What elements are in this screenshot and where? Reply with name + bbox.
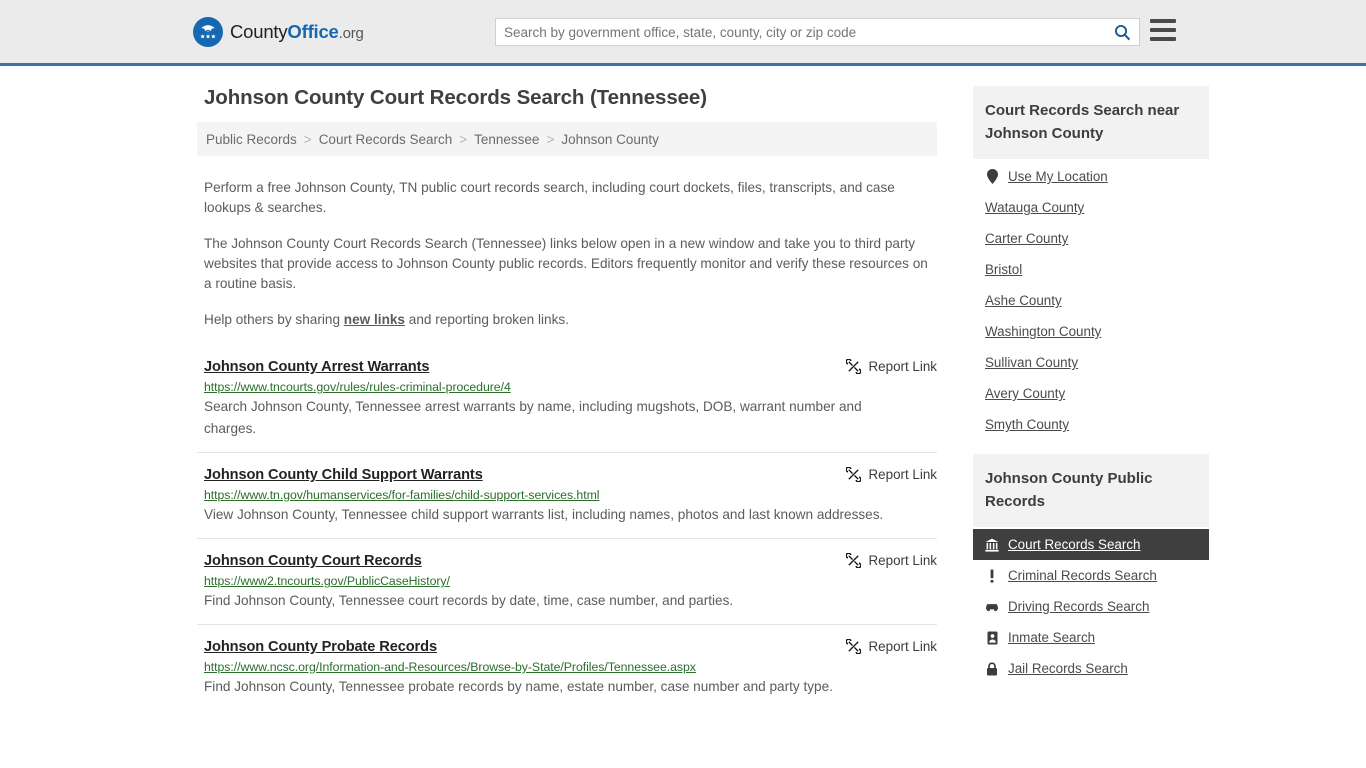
- sidebar-item-carter-county[interactable]: Carter County: [973, 223, 1209, 254]
- sidebar-item-inmate-search[interactable]: Inmate Search: [973, 622, 1209, 653]
- result-entry: Johnson County Arrest Warrants Report Li…: [197, 350, 937, 452]
- sidebar-item-court-records-search[interactable]: Court Records Search: [973, 529, 1209, 560]
- sidebar-item-label: Use My Location: [1008, 169, 1108, 184]
- report-link-label: Report Link: [868, 553, 937, 568]
- breadcrumb-item-public-records[interactable]: Public Records: [206, 132, 297, 147]
- breadcrumb-separator: >: [303, 131, 312, 147]
- nearby-searches-card: Court Records Search near Johnson County…: [973, 86, 1209, 440]
- main-content: Johnson County Court Records Search (Ten…: [197, 86, 937, 710]
- sidebar-item-criminal-records-search[interactable]: Criminal Records Search: [973, 560, 1209, 591]
- site-logo[interactable]: CountyOffice.org: [193, 16, 364, 47]
- report-link-button[interactable]: Report Link: [845, 639, 937, 654]
- exclamation-icon: [985, 569, 999, 583]
- report-link-label: Report Link: [868, 359, 937, 374]
- report-link-button[interactable]: Report Link: [845, 467, 937, 482]
- result-title-link[interactable]: Johnson County Court Records: [204, 553, 422, 569]
- hamburger-menu-icon[interactable]: [1150, 19, 1176, 41]
- sidebar-item-sullivan-county[interactable]: Sullivan County: [973, 347, 1209, 378]
- logo-text-org: .org: [338, 24, 364, 42]
- broken-link-icon: [845, 639, 861, 654]
- site-header: CountyOffice.org: [0, 0, 1366, 66]
- nearby-card-heading: Court Records Search near Johnson County: [973, 86, 1209, 159]
- id-badge-icon: [985, 631, 999, 645]
- result-entry: Johnson County Probate Records Report Li…: [197, 624, 937, 710]
- breadcrumb-item-court-records-search[interactable]: Court Records Search: [319, 132, 453, 147]
- public-records-list: Court Records Search Criminal Records Se…: [973, 527, 1209, 684]
- sidebar-item-driving-records-search[interactable]: Driving Records Search: [973, 591, 1209, 622]
- report-link-label: Report Link: [868, 467, 937, 482]
- eagle-seal-icon: [193, 16, 223, 47]
- new-links-link[interactable]: new links: [344, 312, 405, 327]
- sidebar-item-label: Washington County: [985, 324, 1102, 339]
- public-records-card: Johnson County Public Records Court Reco…: [973, 454, 1209, 684]
- map-pin-icon: [985, 169, 999, 184]
- nearby-list: Use My Location Watauga County Carter Co…: [973, 159, 1209, 440]
- broken-link-icon: [845, 467, 861, 482]
- sidebar-item-label: Carter County: [985, 231, 1069, 246]
- result-url[interactable]: https://www.ncsc.org/Information-and-Res…: [204, 660, 937, 674]
- breadcrumb-separator: >: [546, 131, 555, 147]
- lock-icon: [985, 661, 999, 676]
- sidebar-item-jail-records-search[interactable]: Jail Records Search: [973, 653, 1209, 684]
- result-url[interactable]: https://www.tncourts.gov/rules/rules-cri…: [204, 380, 937, 394]
- sidebar-item-washington-county[interactable]: Washington County: [973, 316, 1209, 347]
- sidebar-item-label: Driving Records Search: [1008, 599, 1150, 614]
- report-link-button[interactable]: Report Link: [845, 359, 937, 374]
- search-button[interactable]: [1105, 19, 1139, 45]
- broken-link-icon: [845, 553, 861, 568]
- result-url[interactable]: https://www.tn.gov/humanservices/for-fam…: [204, 488, 937, 502]
- result-title-link[interactable]: Johnson County Probate Records: [204, 639, 437, 655]
- report-link-label: Report Link: [868, 639, 937, 654]
- sidebar-item-avery-county[interactable]: Avery County: [973, 378, 1209, 409]
- logo-text-county: County: [230, 20, 288, 42]
- sidebar-item-label: Watauga County: [985, 200, 1085, 215]
- search-input[interactable]: [496, 19, 1105, 45]
- intro-paragraph-3: Help others by sharing new links and rep…: [204, 310, 937, 330]
- intro-paragraph-1: Perform a free Johnson County, TN public…: [204, 180, 895, 215]
- sidebar-item-smyth-county[interactable]: Smyth County: [973, 409, 1209, 440]
- search-bar: [495, 18, 1140, 46]
- result-entry: Johnson County Child Support Warrants Re…: [197, 452, 937, 538]
- sidebar-item-label: Smyth County: [985, 417, 1070, 432]
- result-url[interactable]: https://www2.tncourts.gov/PublicCaseHist…: [204, 574, 937, 588]
- breadcrumb-separator: >: [459, 131, 468, 147]
- sidebar-item-watauga-county[interactable]: Watauga County: [973, 192, 1209, 223]
- sidebar-item-label: Bristol: [985, 262, 1023, 277]
- logo-text: CountyOffice.org: [230, 21, 364, 43]
- results-list: Johnson County Arrest Warrants Report Li…: [197, 350, 937, 710]
- result-description: Find Johnson County, Tennessee probate r…: [204, 679, 833, 694]
- sidebar-item-bristol[interactable]: Bristol: [973, 254, 1209, 285]
- sidebar-item-label: Ashe County: [985, 293, 1062, 308]
- car-icon: [985, 601, 999, 612]
- sidebar: Court Records Search near Johnson County…: [973, 86, 1209, 698]
- sidebar-item-label: Avery County: [985, 386, 1066, 401]
- intro-text: Perform a free Johnson County, TN public…: [197, 178, 937, 330]
- page-title: Johnson County Court Records Search (Ten…: [204, 86, 707, 109]
- sidebar-item-ashe-county[interactable]: Ashe County: [973, 285, 1209, 316]
- result-title-link[interactable]: Johnson County Arrest Warrants: [204, 359, 429, 375]
- sidebar-item-label: Jail Records Search: [1008, 661, 1128, 676]
- intro-p3-after: and reporting broken links.: [405, 312, 569, 327]
- sidebar-item-label: Inmate Search: [1008, 630, 1096, 645]
- sidebar-item-label: Court Records Search: [1008, 537, 1141, 552]
- broken-link-icon: [845, 359, 861, 374]
- breadcrumb-item-tennessee[interactable]: Tennessee: [474, 132, 539, 147]
- breadcrumb-item-johnson-county[interactable]: Johnson County: [561, 132, 659, 147]
- logo-text-office: Office: [287, 20, 339, 42]
- result-description: View Johnson County, Tennessee child sup…: [204, 507, 884, 522]
- courthouse-icon: [985, 538, 999, 552]
- public-records-card-heading: Johnson County Public Records: [973, 454, 1209, 527]
- report-link-button[interactable]: Report Link: [845, 553, 937, 568]
- sidebar-item-label: Criminal Records Search: [1008, 568, 1157, 583]
- result-description: Search Johnson County, Tennessee arrest …: [204, 399, 862, 436]
- search-icon: [1114, 24, 1130, 40]
- intro-p3-before: Help others by sharing: [204, 312, 344, 327]
- breadcrumb: Public Records > Court Records Search > …: [197, 122, 937, 156]
- intro-paragraph-2: The Johnson County Court Records Search …: [204, 236, 928, 291]
- result-entry: Johnson County Court Records Report Link…: [197, 538, 937, 624]
- sidebar-item-use-my-location[interactable]: Use My Location: [973, 161, 1209, 192]
- result-description: Find Johnson County, Tennessee court rec…: [204, 593, 734, 608]
- result-title-link[interactable]: Johnson County Child Support Warrants: [204, 467, 483, 483]
- sidebar-item-label: Sullivan County: [985, 355, 1079, 370]
